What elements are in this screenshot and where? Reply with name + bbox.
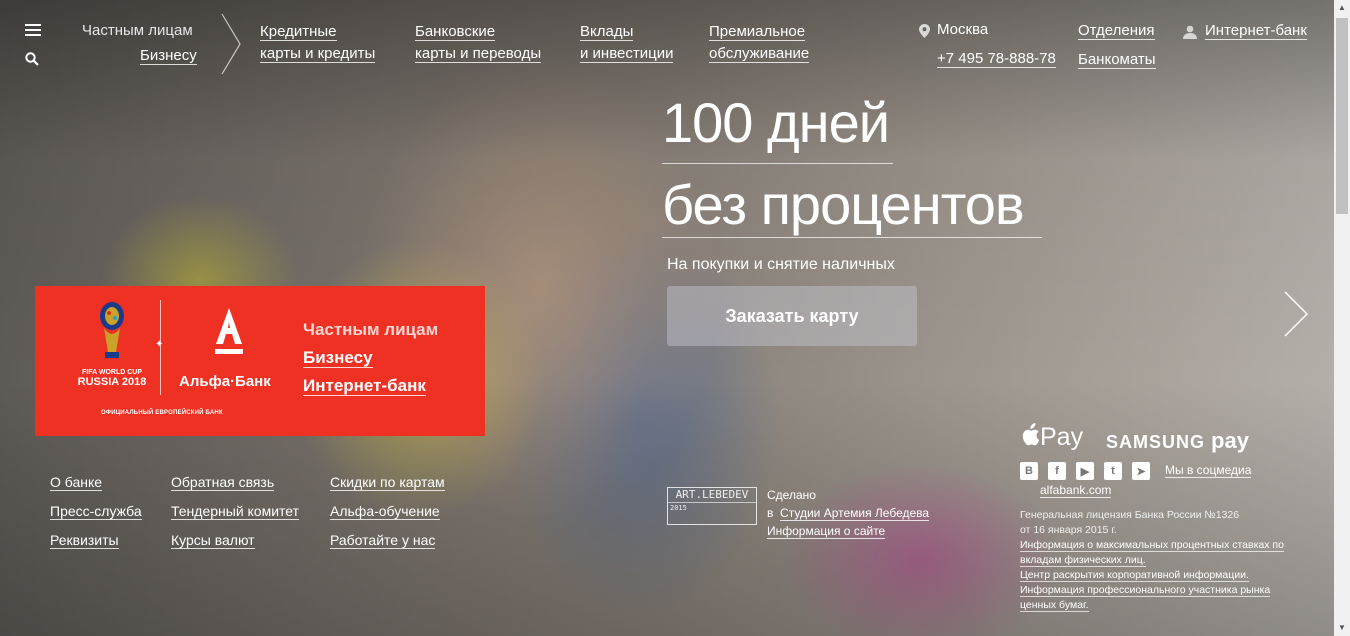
chevron-right-icon[interactable] bbox=[1283, 290, 1309, 343]
footer-careers-link[interactable]: Работайте у нас bbox=[330, 532, 436, 549]
nav-credit-cards-line1: Кредитные bbox=[260, 23, 337, 41]
studio-credit: Сделано в Студии Артемия Лебедева Информ… bbox=[767, 486, 930, 540]
nav-premium-line1: Премиальное bbox=[709, 23, 806, 41]
made-by-label: Сделано bbox=[767, 488, 816, 502]
hero-title-line1: 100 дней bbox=[662, 91, 890, 154]
studio-logo[interactable]: ART.LEBEDEV 2015 bbox=[667, 487, 757, 525]
fifa-emblem: FIFA WORLD CUP RUSSIA 2018 bbox=[57, 300, 167, 388]
branches-link[interactable]: Отделения bbox=[1078, 22, 1155, 40]
footer-feedback-link[interactable]: Обратная связь bbox=[171, 474, 275, 491]
nav-premium-line2: обслуживание bbox=[709, 45, 810, 63]
card-link-business[interactable]: Бизнесу bbox=[303, 344, 438, 372]
location-pin-icon bbox=[919, 24, 930, 43]
phone-number[interactable]: +7 495 78-888-78 bbox=[937, 50, 1056, 68]
samsung-pay-text1: SAMSUNG bbox=[1106, 432, 1206, 452]
footer-education-link[interactable]: Альфа-обучение bbox=[330, 503, 440, 520]
securities-info-link[interactable]: Информация профессионального участника р… bbox=[1020, 584, 1271, 612]
nav-credit-cards-line2: карты и кредиты bbox=[260, 45, 376, 63]
studio-link[interactable]: Студии Артемия Лебедева bbox=[780, 506, 930, 521]
fifa-line1: FIFA WORLD CUP bbox=[81, 369, 142, 376]
brand-card: FIFA WORLD CUP RUSSIA 2018 ✦ Альфа·Банк … bbox=[35, 286, 485, 436]
nav-bank-cards[interactable]: Банковские карты и переводы bbox=[415, 21, 542, 65]
social-media-link[interactable]: Мы в соцмедиа bbox=[1165, 463, 1252, 478]
studio-logo-text: ART.LEBEDEV bbox=[668, 488, 756, 503]
nav-bank-cards-line2: карты и переводы bbox=[415, 45, 542, 63]
hero-subtitle: На покупки и снятие наличных bbox=[667, 256, 895, 273]
footer-rates-link[interactable]: Курсы валют bbox=[171, 532, 255, 549]
footer-requisites-link[interactable]: Реквизиты bbox=[50, 532, 119, 549]
facebook-icon[interactable]: f bbox=[1048, 462, 1066, 480]
official-bank-caption: ОФИЦИАЛЬНЫЙ ЕВРОПЕЙСКИЙ БАНК bbox=[101, 410, 223, 416]
youtube-icon[interactable]: ▶ bbox=[1076, 462, 1094, 480]
legal-info: Генеральная лицензия Банка России №1326 … bbox=[1020, 508, 1290, 613]
city-selector[interactable]: Москва bbox=[937, 21, 988, 38]
rates-info-link[interactable]: Информация о максимальных процентных ста… bbox=[1020, 539, 1284, 567]
scroll-down-arrow-icon[interactable]: ▼ bbox=[1334, 620, 1350, 636]
license-line2: от 16 января 2015 г. bbox=[1020, 524, 1117, 536]
card-link-internet-bank-label: Интернет-банк bbox=[303, 376, 426, 396]
segment-private[interactable]: Частным лицам bbox=[82, 22, 193, 39]
nav-deposits[interactable]: Вклады и инвестиции bbox=[580, 21, 674, 65]
world-cup-trophy-icon bbox=[100, 302, 124, 358]
twitter-icon[interactable]: t bbox=[1104, 462, 1122, 480]
alfa-logo-icon bbox=[215, 308, 243, 354]
chevron-divider-icon bbox=[220, 12, 242, 81]
nav-premium[interactable]: Премиальное обслуживание bbox=[709, 21, 810, 65]
hero-title-line2: без процентов bbox=[662, 173, 1025, 236]
bank-name: Альфа·Банк bbox=[179, 373, 271, 390]
sparkle-icon: ✦ bbox=[155, 339, 164, 350]
samsung-pay-logo: SAMSUNG pay bbox=[1106, 428, 1249, 454]
footer-discounts-link[interactable]: Скидки по картам bbox=[330, 474, 445, 491]
nav-deposits-line2: и инвестиции bbox=[580, 45, 674, 63]
nav-deposits-line1: Вклады bbox=[580, 23, 634, 41]
telegram-icon[interactable]: ➤ bbox=[1132, 462, 1150, 480]
user-icon bbox=[1183, 25, 1197, 44]
apple-pay-text: Pay bbox=[1040, 423, 1084, 451]
apple-icon bbox=[1022, 423, 1040, 446]
card-links: Частным лицам Бизнесу Интернет-банк bbox=[303, 316, 438, 400]
domain-link[interactable]: alfabank.com bbox=[1040, 483, 1112, 498]
license-line1: Генеральная лицензия Банка России №1326 bbox=[1020, 509, 1240, 521]
footer-press-link[interactable]: Пресс-служба bbox=[50, 503, 142, 520]
social-icons: B f ▶ t ➤ bbox=[1020, 462, 1150, 480]
segment-business[interactable]: Бизнесу bbox=[140, 47, 197, 65]
scrollbar-thumb[interactable] bbox=[1336, 18, 1348, 214]
footer-about-link[interactable]: О банке bbox=[50, 474, 103, 491]
menu-icon[interactable] bbox=[25, 24, 41, 36]
scroll-up-arrow-icon[interactable]: ▲ bbox=[1334, 0, 1350, 16]
search-icon[interactable] bbox=[25, 52, 39, 66]
hero-underline-1 bbox=[662, 163, 893, 164]
footer-tender-link[interactable]: Тендерный комитет bbox=[171, 503, 300, 520]
site-info-link[interactable]: Информация о сайте bbox=[767, 524, 886, 539]
studio-logo-year: 2015 bbox=[670, 504, 687, 512]
nav-bank-cards-line1: Банковские bbox=[415, 23, 496, 41]
nav-credit-cards[interactable]: Кредитные карты и кредиты bbox=[260, 21, 376, 65]
vk-icon[interactable]: B bbox=[1020, 462, 1038, 480]
internet-bank-link[interactable]: Интернет-банк bbox=[1205, 22, 1307, 40]
order-card-button[interactable]: Заказать карту bbox=[667, 286, 917, 346]
fifa-line2: RUSSIA 2018 bbox=[77, 376, 147, 388]
card-link-internet-bank[interactable]: Интернет-банк bbox=[303, 372, 438, 400]
card-link-business-label: Бизнесу bbox=[303, 348, 373, 368]
made-by-prefix: в bbox=[767, 506, 774, 520]
atms-link[interactable]: Банкоматы bbox=[1078, 51, 1156, 69]
card-link-private[interactable]: Частным лицам bbox=[303, 316, 438, 344]
apple-pay-logo: Pay bbox=[1020, 423, 1083, 452]
samsung-pay-text2: pay bbox=[1211, 428, 1249, 453]
disclosure-link[interactable]: Центр раскрытия корпоративной информации… bbox=[1020, 569, 1249, 582]
hero-underline-2 bbox=[662, 237, 1042, 238]
